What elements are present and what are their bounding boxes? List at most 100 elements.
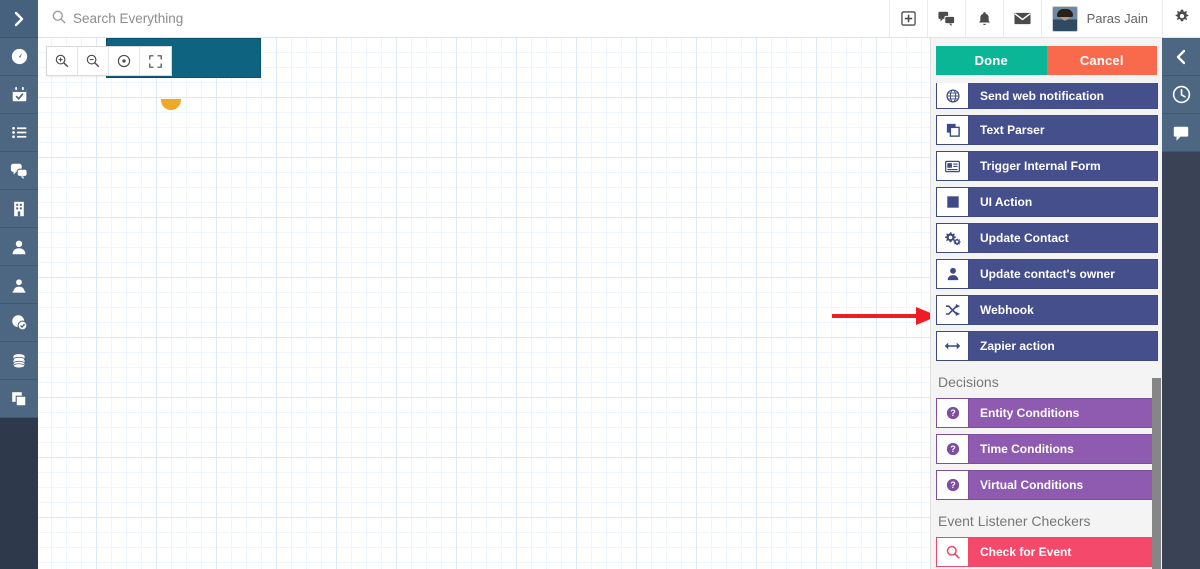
database-icon	[11, 353, 27, 369]
action-picker-panel: Done Cancel Send web notification Text Pa…	[930, 38, 1162, 569]
panel-buttons: Done Cancel	[936, 46, 1157, 75]
global-search[interactable]	[38, 0, 889, 37]
comments-icon	[10, 162, 28, 180]
add-new-button[interactable]	[888, 0, 927, 37]
plus-square-icon	[900, 11, 916, 26]
list-item-label: Webhook	[969, 295, 1158, 325]
search-input[interactable]	[73, 11, 373, 26]
sidebar-item-calendar[interactable]	[0, 76, 38, 114]
list-item-label: Update contact's owner	[969, 259, 1158, 289]
actions-list: Send web notification Text Parser Trigger …	[936, 83, 1158, 361]
comments-button[interactable]	[1162, 114, 1200, 152]
avatar	[1051, 5, 1078, 32]
user-name: Paras Jain	[1086, 11, 1148, 26]
sidebar-item-contacts[interactable]	[0, 228, 38, 266]
user-menu[interactable]: Paras Jain	[1040, 0, 1162, 37]
crosshair-icon	[117, 54, 131, 68]
sidebar-item-database[interactable]	[0, 342, 38, 380]
globe-icon	[936, 83, 969, 109]
svg-text:?: ?	[950, 408, 955, 418]
list-item[interactable]: Check for Event	[936, 537, 1158, 567]
building-icon	[11, 201, 27, 217]
question-circle-icon: ?	[936, 470, 969, 500]
panel-scrollbar-thumb[interactable]	[1152, 378, 1161, 569]
list-item[interactable]: Webhook	[936, 295, 1158, 325]
settings-button[interactable]	[1162, 0, 1200, 37]
sidebar-item-approvals[interactable]	[0, 304, 38, 342]
fit-screen-button[interactable]	[140, 47, 171, 75]
list-item[interactable]: Zapier action	[936, 331, 1158, 361]
zoom-in-icon	[55, 54, 69, 68]
list-item-label: Trigger Internal Form	[969, 151, 1158, 181]
search-icon	[936, 537, 969, 567]
clone-icon	[11, 391, 27, 407]
right-sidebar-empty-area	[1162, 152, 1200, 569]
cogs-icon	[936, 223, 969, 253]
messages-button[interactable]	[1002, 0, 1041, 37]
cancel-button[interactable]: Cancel	[1046, 46, 1157, 75]
zoom-in-button[interactable]	[47, 47, 78, 75]
list-item[interactable]: UI Action	[936, 187, 1158, 217]
zoom-out-button[interactable]	[78, 47, 109, 75]
collapse-panel-button[interactable]	[1162, 38, 1200, 76]
zoom-reset-button[interactable]	[109, 47, 140, 75]
sidebar-item-files[interactable]	[0, 380, 38, 418]
sidebar-item-conversations[interactable]	[0, 152, 38, 190]
chevron-left-icon	[1173, 49, 1189, 65]
svg-text:?: ?	[950, 480, 955, 490]
list-item[interactable]: Update Contact	[936, 223, 1158, 253]
workflow-node-connector[interactable]	[161, 99, 181, 110]
shuffle-icon	[936, 295, 969, 325]
application-window: Paras Jain	[0, 0, 1200, 569]
user-icon	[11, 239, 27, 255]
done-button[interactable]: Done	[936, 46, 1047, 75]
header-actions	[888, 0, 1041, 37]
checkers-section-title: Event Listener Checkers	[938, 513, 1091, 529]
envelope-icon	[1014, 12, 1031, 25]
clock-check-icon	[11, 314, 28, 331]
list-item-label: Zapier action	[969, 331, 1158, 361]
sidebar-item-company[interactable]	[0, 190, 38, 228]
list-item[interactable]: Send web notification	[936, 83, 1158, 109]
panel-scroll-area[interactable]: Send web notification Text Parser Trigger …	[931, 83, 1162, 569]
zoom-toolbar	[46, 46, 172, 76]
sidebar-item-dashboard[interactable]	[0, 38, 38, 76]
question-circle-icon: ?	[936, 434, 969, 464]
workflow-canvas[interactable]	[38, 38, 930, 569]
history-button[interactable]	[1162, 76, 1200, 114]
list-item-label: Text Parser	[969, 115, 1158, 145]
notifications-button[interactable]	[964, 0, 1003, 37]
decisions-list: ? Entity Conditions ? Time Conditions? Virtu…	[936, 398, 1158, 500]
calendar-check-icon	[11, 86, 28, 103]
list-item[interactable]: ? Time Conditions	[936, 434, 1158, 464]
list-item-label: UI Action	[969, 187, 1158, 217]
zoom-out-icon	[86, 54, 100, 68]
list-item[interactable]: ? Entity Conditions	[936, 398, 1158, 428]
search-icon	[52, 10, 66, 27]
sidebar-nav	[0, 38, 38, 418]
clock-icon	[1172, 85, 1191, 104]
list-item-label: Virtual Conditions	[969, 470, 1158, 500]
sidebar-item-leads[interactable]	[0, 266, 38, 304]
comment-icon	[1172, 124, 1190, 142]
left-sidebar	[0, 0, 38, 569]
red-arrow-annotation	[830, 304, 930, 328]
list-item-label: Entity Conditions	[969, 398, 1158, 428]
list-item[interactable]: Text Parser	[936, 115, 1158, 145]
list-item[interactable]: Update contact's owner	[936, 259, 1158, 289]
decisions-section-title: Decisions	[938, 374, 999, 390]
id-card-icon	[936, 151, 969, 181]
gear-icon	[1174, 9, 1190, 28]
list-icon	[11, 124, 28, 141]
chat-button[interactable]	[926, 0, 965, 37]
sidebar-expand-button[interactable]	[0, 0, 38, 38]
svg-text:?: ?	[950, 444, 955, 454]
question-circle-icon: ?	[936, 398, 969, 428]
sidebar-item-tasks[interactable]	[0, 114, 38, 152]
chevron-right-icon	[11, 11, 27, 27]
list-item[interactable]: ? Virtual Conditions	[936, 470, 1158, 500]
list-item[interactable]: Trigger Internal Form	[936, 151, 1158, 181]
square-icon	[936, 187, 969, 217]
list-item-label: Update Contact	[969, 223, 1158, 253]
clone-icon	[936, 115, 969, 145]
